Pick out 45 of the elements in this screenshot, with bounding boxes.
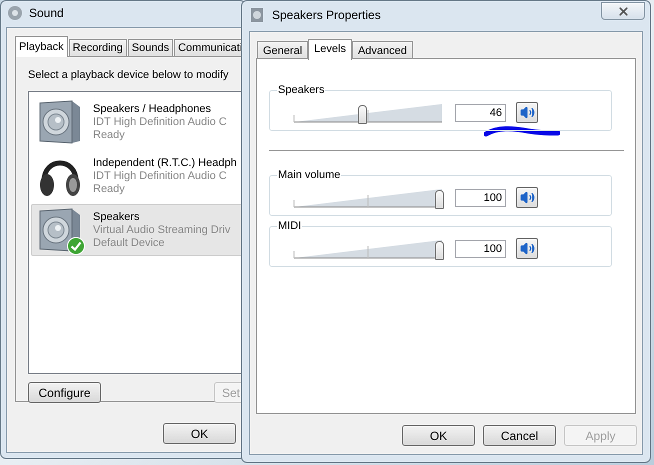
device-item[interactable]: Speakers / Headphones IDT High Definition Audio C Ready: [31, 96, 245, 148]
window-title: Speakers Properties: [272, 7, 381, 24]
device-name: Speakers / Headphones: [93, 102, 212, 116]
ok-button[interactable]: OK: [163, 423, 236, 444]
speaker-icon: [520, 241, 534, 256]
instruction-text: Select a playback device below to modify: [28, 68, 229, 83]
slider-thumb[interactable]: [435, 190, 444, 208]
tab[interactable]: Recording: [68, 39, 127, 57]
mute-button[interactable]: [516, 102, 538, 123]
group-label: Speakers: [277, 83, 326, 97]
configure-button[interactable]: Configure: [28, 382, 101, 403]
speaker-icon: [38, 207, 82, 253]
device-item[interactable]: Independent (R.T.C.) Headph IDT High Definition Audio C Ready: [31, 150, 245, 202]
slider-track[interactable]: [292, 186, 444, 208]
device-status: Ready: [93, 128, 126, 142]
tab[interactable]: Playback: [15, 36, 68, 57]
slider-thumb[interactable]: [358, 104, 367, 124]
device-status: Ready: [93, 182, 126, 196]
mute-button[interactable]: [516, 187, 538, 208]
window-title: Sound: [29, 5, 64, 22]
level-field[interactable]: 46: [455, 104, 506, 122]
device-driver: IDT High Definition Audio C: [93, 170, 228, 182]
level-field[interactable]: 100: [455, 240, 506, 258]
close-button[interactable]: [601, 2, 645, 20]
check-icon: [67, 237, 85, 255]
speaker-icon: [520, 190, 534, 205]
slider-track[interactable]: [292, 102, 444, 124]
slider-thumb[interactable]: [435, 240, 444, 260]
mute-button[interactable]: [516, 238, 538, 259]
dialog-button[interactable]: OK: [402, 425, 475, 446]
level-field[interactable]: 100: [455, 188, 506, 206]
device-name: Speakers: [93, 210, 140, 224]
device-status: Default Device: [93, 236, 166, 250]
speaker-icon: [520, 105, 534, 120]
tab[interactable]: Sounds: [128, 39, 174, 57]
device-driver: Virtual Audio Streaming Driv: [93, 224, 230, 236]
device-name: Independent (R.T.C.) Headph: [93, 156, 237, 170]
tab[interactable]: Levels: [308, 39, 352, 60]
close-icon: [616, 4, 630, 18]
tab[interactable]: General: [257, 41, 308, 60]
speaker-icon: [38, 99, 82, 145]
speaker-icon: [250, 7, 264, 23]
device-driver: IDT High Definition Audio C: [93, 116, 227, 128]
slider-track[interactable]: [292, 238, 444, 260]
dialog-button[interactable]: Cancel: [483, 425, 556, 446]
